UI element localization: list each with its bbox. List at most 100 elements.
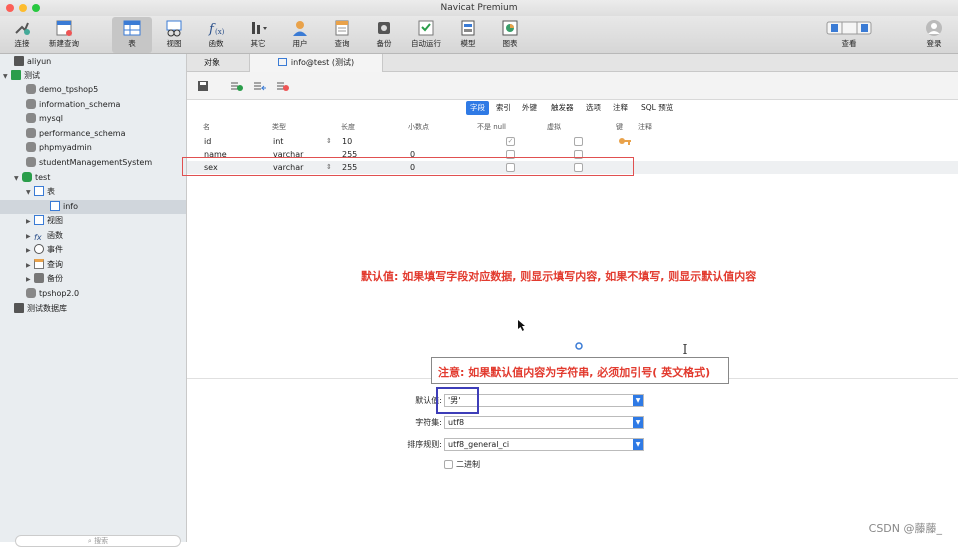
field-name-cell[interactable]: id — [204, 135, 211, 148]
tab-triggers[interactable]: 触发器 — [547, 101, 578, 115]
toolbar-automation-button[interactable]: 自动运行 — [406, 17, 446, 53]
type-stepper-icon[interactable]: ⇕ — [326, 135, 332, 148]
expand-arrow-icon[interactable]: ▶ — [26, 244, 34, 258]
zoom-window-button[interactable] — [32, 4, 40, 12]
sidebar-item-views[interactable]: ▶ 视图 — [0, 214, 186, 228]
sidebar-item-events[interactable]: ▶ 事件 — [0, 243, 186, 257]
chevron-down-icon[interactable]: ▼ — [633, 439, 643, 450]
tab-objects[interactable]: 对象 — [187, 54, 237, 72]
save-icon[interactable] — [197, 81, 209, 91]
virtual-checkbox[interactable] — [574, 137, 583, 146]
binary-label: 二进制 — [456, 460, 480, 469]
sidebar-item-information-schema[interactable]: information_schema — [0, 98, 186, 112]
column-header-name: 名 — [203, 123, 210, 131]
automation-icon — [418, 20, 434, 36]
window-title: Navicat Premium — [440, 3, 518, 13]
sidebar-item-test-database[interactable]: 测试数据库 — [0, 302, 186, 316]
view-icon — [34, 215, 44, 225]
column-header-virtual: 虚拟 — [547, 123, 561, 131]
binary-checkbox[interactable] — [444, 460, 453, 469]
expand-arrow-icon[interactable]: ▶ — [26, 215, 34, 229]
sidebar-item-student-management-system[interactable]: studentManagementSystem — [0, 156, 186, 170]
sidebar-item-tables[interactable]: ▼ 表 — [0, 185, 186, 199]
sidebar-item-test[interactable]: ▼ test — [0, 171, 186, 185]
database-icon — [26, 288, 36, 298]
connection-icon — [14, 56, 24, 66]
charset-select[interactable]: utf8 ▼ — [444, 416, 644, 429]
sidebar-search-input[interactable]: ⌕ 搜索 — [15, 535, 181, 547]
expand-arrow-icon[interactable]: ▼ — [26, 186, 34, 200]
tab-fields[interactable]: 字段 — [466, 101, 489, 115]
design-tab-bar: 字段 索引 外键 触发器 选项 注释 SQL 预览 — [466, 101, 766, 115]
not-null-checkbox[interactable]: ✓ — [506, 137, 515, 146]
toolbar-login-button[interactable]: 登录 — [914, 17, 954, 53]
chart-icon — [502, 20, 518, 36]
toolbar-view-button[interactable]: 视图 — [154, 17, 194, 53]
insert-field-icon[interactable] — [254, 81, 266, 91]
sidebar-item-info[interactable]: info — [0, 200, 186, 214]
toolbar-view-toggle[interactable]: 查看 — [818, 17, 880, 53]
table-row[interactable]: id int ⇕ 10 ✓ — [187, 135, 958, 148]
svg-text:(x): (x) — [215, 28, 225, 36]
tab-options[interactable]: 选项 — [582, 101, 605, 115]
toolbar-function-button[interactable]: f (x) 函数 — [196, 17, 236, 53]
expand-arrow-icon[interactable]: ▶ — [26, 273, 34, 287]
design-toolbar — [187, 72, 958, 100]
toolbar-query-button[interactable]: 查询 — [322, 17, 362, 53]
expand-arrow-icon[interactable]: ▼ — [3, 70, 11, 84]
chevron-down-icon[interactable]: ▼ — [633, 395, 643, 406]
user-icon — [293, 21, 307, 36]
sidebar-item-ceshi[interactable]: ▼ 测试 — [0, 69, 186, 83]
expand-arrow-icon[interactable]: ▼ — [14, 172, 22, 186]
sidebar-item-functions[interactable]: ▶ fx 函数 — [0, 229, 186, 243]
collation-select[interactable]: utf8_general_ci ▼ — [444, 438, 644, 451]
chevron-down-icon[interactable]: ▼ — [633, 417, 643, 428]
database-icon — [26, 84, 36, 94]
splitter-handle-icon[interactable] — [575, 342, 583, 350]
tab-info-design[interactable]: info@test (测试) — [249, 54, 383, 72]
highlight-box — [182, 157, 634, 176]
toolbar-connect-button[interactable]: 连接 — [2, 17, 42, 53]
column-header-comment: 注释 — [638, 123, 652, 131]
toolbar-user-button[interactable]: 用户 — [280, 17, 320, 53]
field-type-cell[interactable]: int — [273, 135, 283, 148]
close-window-button[interactable] — [6, 4, 14, 12]
sidebar-item-performance-schema[interactable]: performance_schema — [0, 127, 186, 141]
tab-foreign-keys[interactable]: 外键 — [518, 101, 541, 115]
toolbar-chart-button[interactable]: 图表 — [490, 17, 530, 53]
default-value-label: 默认值: — [415, 396, 442, 405]
tab-indexes[interactable]: 索引 — [492, 101, 515, 115]
text-cursor-icon — [683, 344, 687, 354]
toolbar-model-button[interactable]: 模型 — [448, 17, 488, 53]
clock-icon — [34, 244, 44, 254]
delete-field-icon[interactable] — [277, 81, 289, 91]
sidebar-item-mysql[interactable]: mysql — [0, 112, 186, 126]
expand-arrow-icon[interactable]: ▶ — [26, 230, 34, 244]
sidebar-item-backups[interactable]: ▶ 备份 — [0, 272, 186, 286]
sidebar-item-queries[interactable]: ▶ 查询 — [0, 258, 186, 272]
mouse-cursor-icon — [518, 320, 525, 331]
tab-sql-preview[interactable]: SQL 预览 — [637, 101, 677, 115]
toolbar-backup-button[interactable]: 备份 — [364, 17, 404, 53]
table-icon — [277, 58, 287, 66]
annotation-box: 注意: 如果默认值内容为字符串, 必须加引号( 英文格式) — [431, 357, 729, 384]
field-properties-panel: 默认值: '男' ▼ 字符集: utf8 ▼ 排序规则: utf8_genera… — [187, 384, 958, 542]
highlight-box — [436, 387, 479, 414]
sidebar-item-phpmyadmin[interactable]: phpmyadmin — [0, 141, 186, 155]
sidebar-item-aliyun[interactable]: aliyun — [0, 55, 186, 69]
annotation-note: 注意: 如果默认值内容为字符串, 必须加引号( 英文格式) — [438, 366, 711, 379]
toolbar-table-button[interactable]: 表 — [112, 17, 152, 53]
sidebar-item-tpshop2[interactable]: tpshop2.0 — [0, 287, 186, 301]
minimize-window-button[interactable] — [19, 4, 27, 12]
query-icon — [34, 259, 44, 269]
expand-arrow-icon[interactable]: ▶ — [26, 259, 34, 273]
sidebar-item-demo-tpshop5[interactable]: demo_tpshop5 — [0, 83, 186, 97]
toolbar-other-button[interactable]: 其它 — [238, 17, 278, 53]
add-field-icon[interactable] — [231, 81, 243, 91]
database-icon — [26, 157, 36, 167]
annotation-default-value: 默认值: 如果填写字段对应数据, 则显示填写内容, 如果不填写, 则显示默认值内… — [361, 270, 757, 283]
column-header-not-null: 不是 null — [477, 123, 506, 131]
tab-comments[interactable]: 注释 — [609, 101, 632, 115]
toolbar-new-query-button[interactable]: 新建查询 — [44, 17, 84, 53]
field-length-cell[interactable]: 10 — [342, 135, 352, 148]
